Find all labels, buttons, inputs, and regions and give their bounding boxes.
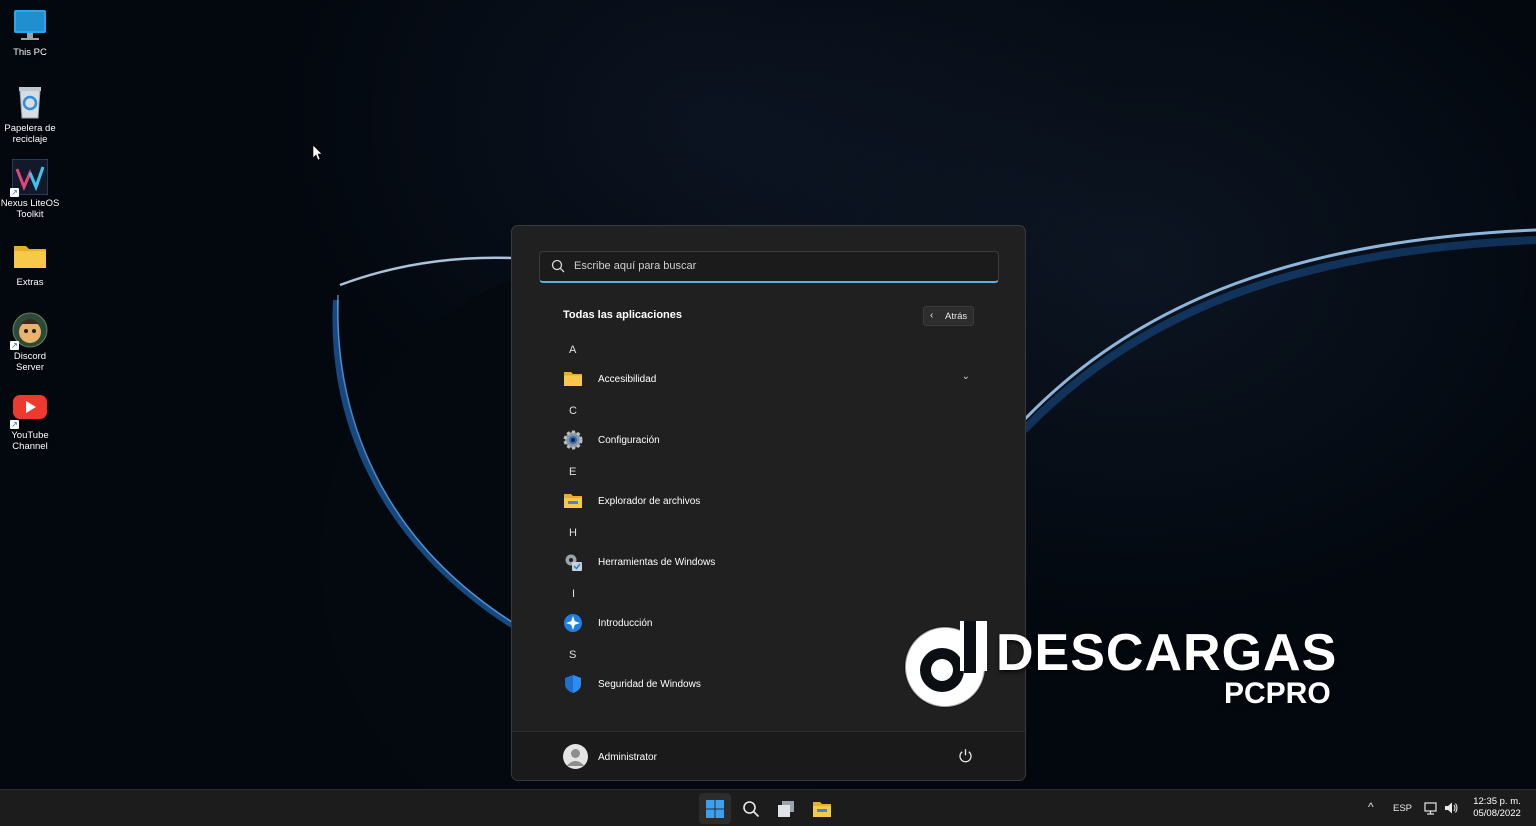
- app-name: Seguridad de Windows: [598, 679, 701, 690]
- user-avatar-icon: [566, 749, 585, 766]
- watermark: DESCARGAS PCPRO: [898, 617, 1338, 715]
- volume-icon[interactable]: [1444, 801, 1458, 815]
- letter-header-e[interactable]: E: [569, 466, 576, 478]
- file-explorer-button[interactable]: [805, 793, 837, 824]
- app-name: Accesibilidad: [598, 374, 657, 385]
- discord-icon: ↗: [10, 312, 48, 350]
- get-started-icon: [564, 614, 582, 632]
- shortcut-arrow-icon: ↗: [10, 341, 19, 350]
- desktop-icon-label: This PC: [13, 47, 47, 58]
- search-icon: [551, 259, 565, 273]
- file-explorer-icon: [564, 494, 582, 508]
- all-apps-title: Todas las aplicaciones: [563, 309, 683, 321]
- task-view-button[interactable]: [770, 793, 802, 824]
- search-input[interactable]: Escribe aquí para buscar: [574, 260, 696, 272]
- search-icon: [743, 801, 760, 818]
- clock-time: 12:35 p. m.: [1473, 796, 1521, 807]
- folder-icon: [12, 238, 48, 274]
- desktop-icon-this-pc[interactable]: This PC: [0, 8, 60, 58]
- youtube-icon: ↗: [10, 391, 48, 429]
- desktop: This PC Papelera de reciclaje ↗ Nexus Li…: [0, 0, 1536, 789]
- letter-header-h[interactable]: H: [569, 527, 577, 539]
- windows-tools-icon: [565, 554, 582, 571]
- monitor-icon: [12, 8, 48, 44]
- app-item-explorador[interactable]: Explorador de archivos: [560, 488, 978, 514]
- desktop-icon-label: Papelera de reciclaje: [4, 123, 56, 145]
- desktop-icon-youtube[interactable]: ↗ YouTube Channel: [0, 391, 60, 452]
- file-explorer-icon: [813, 802, 831, 817]
- letter-header-s[interactable]: S: [569, 649, 576, 661]
- app-item-configuracion[interactable]: Configuración: [560, 427, 978, 453]
- mouse-cursor: [312, 144, 323, 161]
- app-name: Introducción: [598, 618, 653, 629]
- letter-header-c[interactable]: C: [569, 405, 577, 417]
- shortcut-arrow-icon: ↗: [10, 420, 19, 429]
- avatar[interactable]: [563, 744, 588, 769]
- desktop-icon-recycle-bin[interactable]: Papelera de reciclaje: [0, 84, 60, 145]
- network-icon[interactable]: [1424, 801, 1438, 815]
- clock-date: 05/08/2022: [1473, 808, 1521, 819]
- app-item-herramientas[interactable]: Herramientas de Windows: [560, 549, 978, 575]
- desktop-icon-label: Nexus LiteOS Toolkit: [0, 198, 60, 220]
- desktop-icon-label: Extras: [16, 277, 44, 288]
- windows-logo-icon: [706, 800, 724, 818]
- chevron-left-icon: ‹: [930, 310, 934, 321]
- desktop-icon-label: YouTube Channel: [11, 430, 49, 452]
- language-indicator[interactable]: ESP: [1393, 803, 1412, 814]
- taskbar: ^ ESP 12:35 p. m. 05/08/2022: [0, 789, 1536, 826]
- descargas-logo-icon: [904, 621, 987, 708]
- shield-icon: [565, 675, 581, 693]
- letter-header-a[interactable]: A: [569, 344, 576, 356]
- search-box[interactable]: Escribe aquí para buscar: [539, 251, 999, 283]
- task-view-icon: [778, 801, 794, 817]
- clock[interactable]: 12:35 p. m. 05/08/2022: [1466, 796, 1528, 820]
- app-item-accesibilidad[interactable]: Accesibilidad ⌄: [560, 366, 978, 392]
- letter-header-i[interactable]: I: [572, 588, 575, 600]
- app-name: Configuración: [598, 435, 660, 446]
- watermark-subtitle: PCPRO: [1224, 677, 1331, 710]
- desktop-icon-label: Discord Server: [13, 351, 47, 373]
- chevron-up-icon[interactable]: ^: [1368, 800, 1374, 814]
- desktop-icon-extras[interactable]: Extras: [0, 238, 60, 288]
- user-name[interactable]: Administrator: [598, 752, 657, 763]
- back-button-label: Atrás: [945, 311, 968, 322]
- settings-gear-icon: [563, 430, 583, 450]
- chevron-down-icon[interactable]: ⌄: [962, 371, 970, 382]
- app-name: Explorador de archivos: [598, 496, 701, 507]
- desktop-icon-nexus-toolkit[interactable]: ↗ Nexus LiteOS Toolkit: [0, 158, 60, 220]
- power-icon[interactable]: [958, 748, 973, 763]
- shortcut-arrow-icon: ↗: [10, 188, 19, 197]
- watermark-title: DESCARGAS: [996, 624, 1338, 682]
- folder-icon: [564, 372, 582, 386]
- start-button[interactable]: [699, 793, 731, 824]
- back-button[interactable]: ‹ Atrás: [923, 306, 974, 326]
- start-footer: Administrator: [512, 731, 1025, 780]
- recycle-bin-icon: [12, 84, 48, 120]
- desktop-icon-discord[interactable]: ↗ Discord Server: [0, 312, 60, 373]
- app-name: Herramientas de Windows: [598, 557, 716, 568]
- taskbar-search-button[interactable]: [735, 793, 767, 824]
- nexus-toolkit-icon: ↗: [10, 158, 49, 197]
